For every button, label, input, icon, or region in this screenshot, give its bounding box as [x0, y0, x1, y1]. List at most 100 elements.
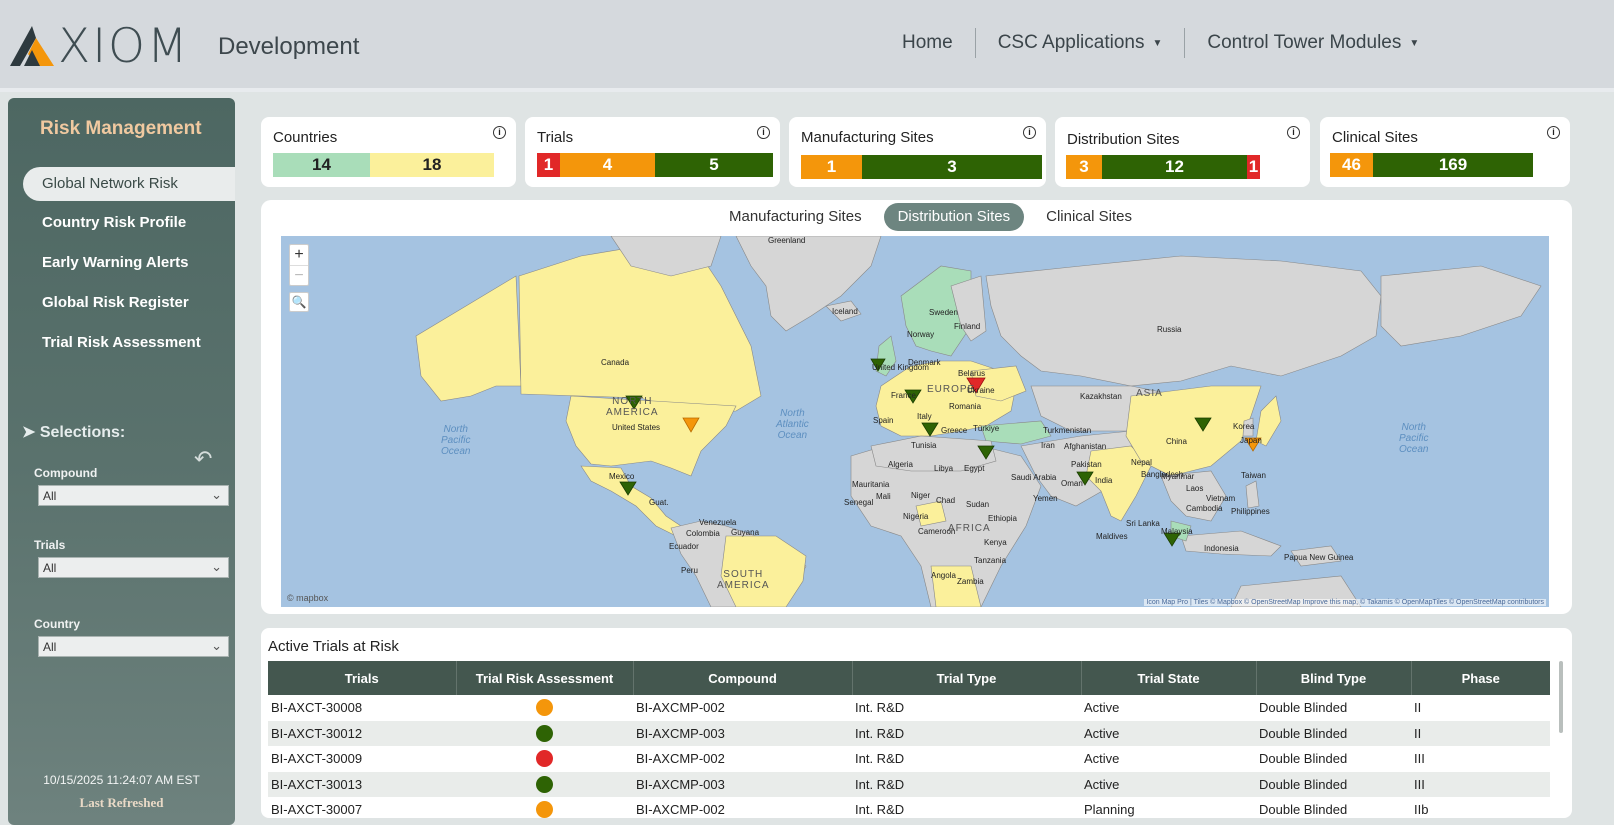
compound-select[interactable]: All ⌄	[38, 485, 229, 506]
sidebar-item-global-risk-register[interactable]: Global Risk Register	[42, 294, 189, 311]
kpi-segment[interactable]: 1	[1247, 155, 1260, 179]
kpi-segment[interactable]: 3	[1066, 155, 1102, 179]
country-select-value: All	[43, 640, 57, 654]
kpi-card-distribution-sites[interactable]: Distribution Sites i 3 12 1	[1055, 117, 1310, 187]
info-icon[interactable]: i	[1023, 126, 1036, 139]
zoom-out-button[interactable]: −	[290, 265, 308, 285]
reset-filters-icon[interactable]: ↶	[194, 446, 212, 472]
info-icon[interactable]: i	[1547, 126, 1560, 139]
environment-label: Development	[218, 33, 360, 60]
selections-header[interactable]: ➤ Selections:	[22, 422, 125, 442]
kpi-segment[interactable]: 3	[862, 155, 1042, 179]
tab-manufacturing-sites[interactable]: Manufacturing Sites	[715, 203, 876, 231]
country-label: Yemen	[1033, 494, 1058, 503]
kpi-segment[interactable]: 46	[1330, 153, 1373, 177]
cell-trial-state: Active	[1081, 720, 1256, 746]
sidebar-item-country-risk-profile[interactable]: Country Risk Profile	[42, 214, 186, 231]
table-title: Active Trials at Risk	[268, 638, 399, 655]
col-header[interactable]: Phase	[1411, 661, 1550, 695]
country-label: Sri Lanka	[1126, 519, 1160, 528]
nav-csc-applications[interactable]: CSC Applications ▼	[974, 28, 1185, 58]
table-row[interactable]: BI-AXCT-30008 BI-AXCMP-002 Int. R&D Active D…	[268, 695, 1550, 721]
country-label: Finland	[954, 322, 981, 331]
sidebar-item-trial-risk-assessment[interactable]: Trial Risk Assessment	[42, 334, 201, 351]
country-label: Venezuela	[699, 518, 737, 527]
table-row[interactable]: BI-AXCT-30012 BI-AXCMP-003 Int. R&D Active D…	[268, 720, 1550, 746]
region-label: ASIA	[1136, 388, 1163, 399]
table-scrollbar[interactable]	[1559, 661, 1563, 733]
tab-clinical-sites[interactable]: Clinical Sites	[1032, 203, 1146, 231]
world-map[interactable]: + − 🔍 NORTH AMERICA SOUTH AMERICA EUROPE…	[281, 236, 1549, 607]
country-label: Algeria	[888, 460, 913, 469]
table-header-row: Trials Trial Risk Assessment Compound Tr…	[268, 661, 1550, 695]
kpi-segment[interactable]: 12	[1102, 155, 1247, 179]
country-label: Norway	[907, 330, 935, 339]
cell-phase: II	[1414, 700, 1422, 716]
logo-mark-icon	[10, 26, 54, 66]
country-label: Pakistan	[1071, 460, 1102, 469]
sidebar-item-early-warning-alerts[interactable]: Early Warning Alerts	[42, 254, 188, 271]
country-label: Mali	[876, 492, 891, 501]
country-filter-label: Country	[34, 617, 80, 631]
cell-trial-type: Int. R&D	[855, 751, 905, 767]
risk-status-dot	[536, 750, 553, 768]
table-row[interactable]: BI-AXCT-30009 BI-AXCMP-002 Int. R&D Active D…	[268, 746, 1550, 772]
map-attribution[interactable]: Icon Map Pro | Tiles © Mapbox © OpenStre…	[1144, 599, 1546, 606]
col-header[interactable]: Trial State	[1081, 661, 1257, 695]
col-header[interactable]: Trial Risk Assessment	[456, 661, 634, 695]
zoom-search-icon[interactable]: 🔍	[289, 292, 309, 312]
table-row[interactable]: BI-AXCT-30013 BI-AXCMP-003 Int. R&D Active D…	[268, 771, 1550, 797]
kpi-title: Manufacturing Sites	[801, 129, 934, 146]
kpi-card-manufacturing-sites[interactable]: Manufacturing Sites i 1 3	[789, 117, 1046, 187]
table-row[interactable]: BI-AXCT-30007 BI-AXCMP-002 Int. R&D Plannin…	[268, 797, 1550, 818]
kpi-segment[interactable]: 1	[537, 153, 560, 177]
col-header[interactable]: Trial Type	[852, 661, 1082, 695]
country-label: Libya	[934, 464, 954, 473]
info-icon[interactable]: i	[1287, 126, 1300, 139]
trials-select[interactable]: All ⌄	[38, 557, 229, 578]
country-label: Ecuador	[669, 542, 699, 551]
land-russia	[985, 255, 1382, 387]
country-label: Myanmar	[1161, 472, 1195, 481]
tab-distribution-sites[interactable]: Distribution Sites	[883, 203, 1025, 231]
kpi-bar: 3 12 1	[1066, 155, 1260, 179]
mapbox-logo[interactable]: © mapbox	[287, 593, 328, 603]
zoom-in-button[interactable]: +	[290, 245, 308, 265]
country-label: Saudi Arabia	[1011, 473, 1057, 482]
country-label: Japan	[1240, 436, 1262, 445]
info-icon[interactable]: i	[493, 126, 506, 139]
sidebar-item-global-network-risk[interactable]: Global Network Risk	[23, 167, 235, 201]
col-header[interactable]: Blind Type	[1256, 661, 1412, 695]
kpi-bar: 46 169	[1330, 153, 1533, 177]
cell-phase: II	[1411, 720, 1550, 746]
country-label: Afghanistan	[1064, 442, 1107, 451]
logo-text: XIOM	[58, 18, 190, 74]
site-type-tabs: Manufacturing Sites Distribution Sites C…	[261, 203, 1572, 231]
kpi-card-trials[interactable]: Trials i 1 4 5	[525, 117, 780, 187]
axiom-logo[interactable]: XIOM	[10, 19, 190, 74]
info-icon[interactable]: i	[757, 126, 770, 139]
country-select[interactable]: All ⌄	[38, 636, 229, 657]
cell-trial: BI-AXCT-30012	[268, 720, 456, 746]
cell-risk	[456, 720, 633, 746]
country-label: Canada	[601, 358, 630, 367]
cell-compound: BI-AXCMP-003	[633, 771, 852, 797]
kpi-segment[interactable]: 4	[560, 153, 655, 177]
cell-trial-state: Active	[1084, 700, 1120, 716]
col-header[interactable]: Compound	[633, 661, 853, 695]
kpi-segment[interactable]: 169	[1373, 153, 1533, 177]
country-label: United States	[612, 423, 661, 432]
kpi-segment[interactable]: 1	[801, 155, 862, 179]
nav-home[interactable]: Home	[880, 28, 975, 58]
kpi-segment[interactable]: 18	[370, 153, 494, 177]
cell-trial: BI-AXCT-30009	[271, 751, 363, 767]
kpi-segment[interactable]: 5	[655, 153, 773, 177]
kpi-bar: 1 3	[801, 155, 1042, 179]
kpi-card-clinical-sites[interactable]: Clinical Sites i 46 169	[1320, 117, 1570, 187]
region-label: NORTH AMERICA	[606, 396, 659, 418]
kpi-card-countries[interactable]: Countries i 14 18	[261, 117, 516, 187]
col-header[interactable]: Trials	[268, 661, 457, 695]
trials-select-value: All	[43, 561, 57, 575]
kpi-segment[interactable]: 14	[273, 153, 370, 177]
nav-control-tower-modules[interactable]: Control Tower Modules ▼	[1184, 28, 1441, 58]
